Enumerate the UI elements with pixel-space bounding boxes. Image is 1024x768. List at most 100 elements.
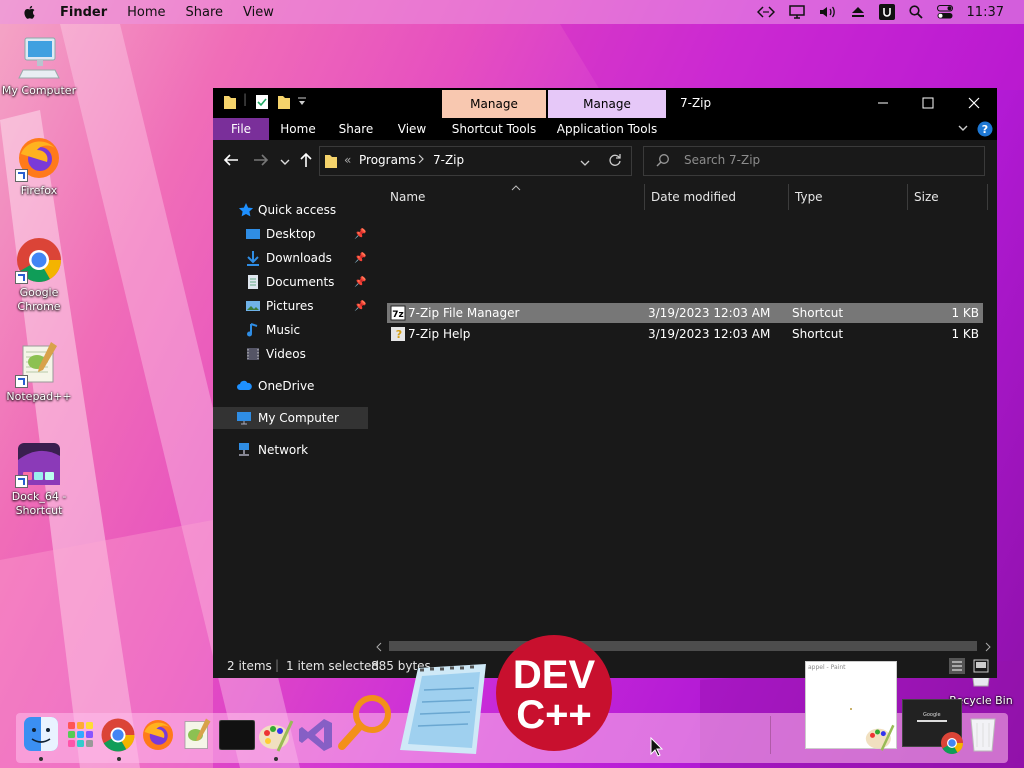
desktop-icon-dock64[interactable]: Dock_64 - Shortcut xyxy=(0,440,78,518)
apple-icon[interactable] xyxy=(22,4,38,20)
file-size: 1 KB xyxy=(951,306,979,320)
nav-label: Quick access xyxy=(258,203,337,217)
customize-qa-icon[interactable] xyxy=(297,94,307,111)
search-icon[interactable] xyxy=(908,5,923,19)
refresh-icon[interactable] xyxy=(608,153,622,170)
address-dropdown-icon[interactable] xyxy=(580,157,590,171)
column-header-name[interactable]: Name xyxy=(390,182,640,212)
desktop-icon-my-computer[interactable]: My Computer xyxy=(0,34,78,98)
table-row[interactable]: ? 7-Zip Help 3/19/2023 12:03 AM Shortcut… xyxy=(387,324,983,344)
details-view-icon[interactable] xyxy=(949,658,965,677)
volume-icon[interactable] xyxy=(819,5,837,19)
scroll-left-icon[interactable] xyxy=(375,641,383,655)
tab-share[interactable]: Share xyxy=(331,118,381,140)
search-dock-icon[interactable] xyxy=(336,692,396,755)
column-header-size[interactable]: Size xyxy=(914,182,984,212)
help-icon[interactable]: ? xyxy=(977,121,993,140)
shortcut-arrow-icon xyxy=(15,271,28,284)
tab-application-tools[interactable]: Application Tools xyxy=(548,118,666,140)
paint-dock-icon[interactable] xyxy=(258,717,294,756)
eject-icon[interactable] xyxy=(851,6,865,18)
column-header-date[interactable]: Date modified xyxy=(651,182,781,212)
document-icon xyxy=(248,275,258,289)
horizontal-scrollbar[interactable] xyxy=(371,638,997,654)
nav-network[interactable]: Network xyxy=(213,439,368,461)
chrome-dock-icon[interactable] xyxy=(100,717,136,756)
nav-label: Documents xyxy=(266,275,335,289)
desktop-icon-notepadpp[interactable]: Notepad++ xyxy=(0,340,78,404)
nav-desktop[interactable]: Desktop 📌 xyxy=(213,223,368,245)
finder-dock-icon[interactable] xyxy=(24,717,58,754)
control-center-icon[interactable] xyxy=(936,5,953,19)
manage-shortcut-tab[interactable]: Manage xyxy=(442,90,546,118)
visual-studio-dock-icon[interactable] xyxy=(298,717,334,756)
notepadpp-dock-icon[interactable] xyxy=(179,717,215,756)
launchpad-dock-icon[interactable] xyxy=(66,720,96,753)
new-folder-icon[interactable] xyxy=(277,94,291,113)
notepad-dock-icon[interactable] xyxy=(398,660,490,761)
properties-icon[interactable] xyxy=(255,94,269,113)
menu-view[interactable]: View xyxy=(243,5,274,20)
top-menubar: Finder Home Share View 11:37 xyxy=(0,0,1024,24)
computer-icon xyxy=(15,34,63,82)
large-icons-view-icon[interactable] xyxy=(973,658,989,677)
tab-view[interactable]: View xyxy=(387,118,437,140)
column-separator[interactable] xyxy=(987,184,988,210)
file-date: 3/19/2023 12:03 AM xyxy=(648,327,771,341)
column-separator[interactable] xyxy=(788,184,789,210)
recent-locations-icon[interactable] xyxy=(280,156,290,170)
column-header-type[interactable]: Type xyxy=(795,182,905,212)
manage-application-tab[interactable]: Manage xyxy=(548,90,666,118)
nav-label: Desktop xyxy=(266,227,316,241)
nav-pictures[interactable]: Pictures 📌 xyxy=(213,295,368,317)
column-separator[interactable] xyxy=(907,184,908,210)
firefox-dock-icon[interactable] xyxy=(140,717,176,756)
table-row[interactable]: 7z 7-Zip File Manager 3/19/2023 12:03 AM… xyxy=(387,303,983,323)
nav-quick-access[interactable]: Quick access xyxy=(213,199,368,221)
nav-videos[interactable]: Videos xyxy=(213,343,368,365)
ribbon-expand-icon[interactable] xyxy=(957,122,969,137)
search-box[interactable]: Search 7-Zip xyxy=(643,146,985,176)
nav-documents[interactable]: Documents 📌 xyxy=(213,271,368,293)
menubar-clock[interactable]: 11:37 xyxy=(967,5,1004,20)
address-bar[interactable]: « Programs 7-Zip xyxy=(319,146,632,176)
breadcrumb-programs[interactable]: Programs xyxy=(359,153,416,167)
trash-dock-icon[interactable] xyxy=(968,715,998,756)
tab-file[interactable]: File xyxy=(213,118,269,140)
maximize-button[interactable] xyxy=(905,88,951,118)
nav-onedrive[interactable]: OneDrive xyxy=(213,375,368,397)
desktop-icon-firefox[interactable]: Firefox xyxy=(0,134,78,198)
code-icon[interactable] xyxy=(756,6,775,18)
folder-icon[interactable] xyxy=(223,94,237,113)
file-size: 1 KB xyxy=(951,327,979,341)
devcpp-dock-icon[interactable]: DEV C++ xyxy=(494,632,614,757)
display-icon[interactable] xyxy=(788,5,805,19)
u-app-icon[interactable] xyxy=(878,4,895,20)
terminal-dock-icon[interactable] xyxy=(218,719,256,753)
shortcut-arrow-icon xyxy=(15,375,28,388)
up-arrow-icon[interactable] xyxy=(299,152,313,171)
breadcrumb-7zip[interactable]: 7-Zip xyxy=(433,153,464,167)
nav-my-computer[interactable]: My Computer xyxy=(213,407,368,429)
svg-text:7z: 7z xyxy=(392,310,404,320)
menu-home[interactable]: Home xyxy=(127,5,165,20)
nav-downloads[interactable]: Downloads 📌 xyxy=(213,247,368,269)
scroll-right-icon[interactable] xyxy=(984,641,992,655)
menu-share[interactable]: Share xyxy=(186,5,224,20)
column-separator[interactable] xyxy=(644,184,645,210)
desktop-icon-label: Google Chrome xyxy=(17,286,61,313)
scrollbar-thumb[interactable] xyxy=(389,641,977,651)
minimize-button[interactable] xyxy=(860,88,906,118)
paint-palette-icon xyxy=(864,722,896,755)
forward-arrow-icon[interactable] xyxy=(253,153,269,170)
close-button[interactable] xyxy=(951,88,997,118)
breadcrumb-overflow[interactable]: « xyxy=(344,153,351,167)
tab-home[interactable]: Home xyxy=(273,118,323,140)
tab-shortcut-tools[interactable]: Shortcut Tools xyxy=(442,118,546,140)
desktop-icon-google-chrome[interactable]: Google Chrome xyxy=(0,236,78,314)
back-arrow-icon[interactable] xyxy=(223,153,239,170)
devcpp-line-1: DEV xyxy=(513,653,596,697)
breadcrumb-separator-icon[interactable] xyxy=(417,153,425,168)
nav-music[interactable]: Music xyxy=(213,319,368,341)
menu-app-name[interactable]: Finder xyxy=(60,5,107,20)
